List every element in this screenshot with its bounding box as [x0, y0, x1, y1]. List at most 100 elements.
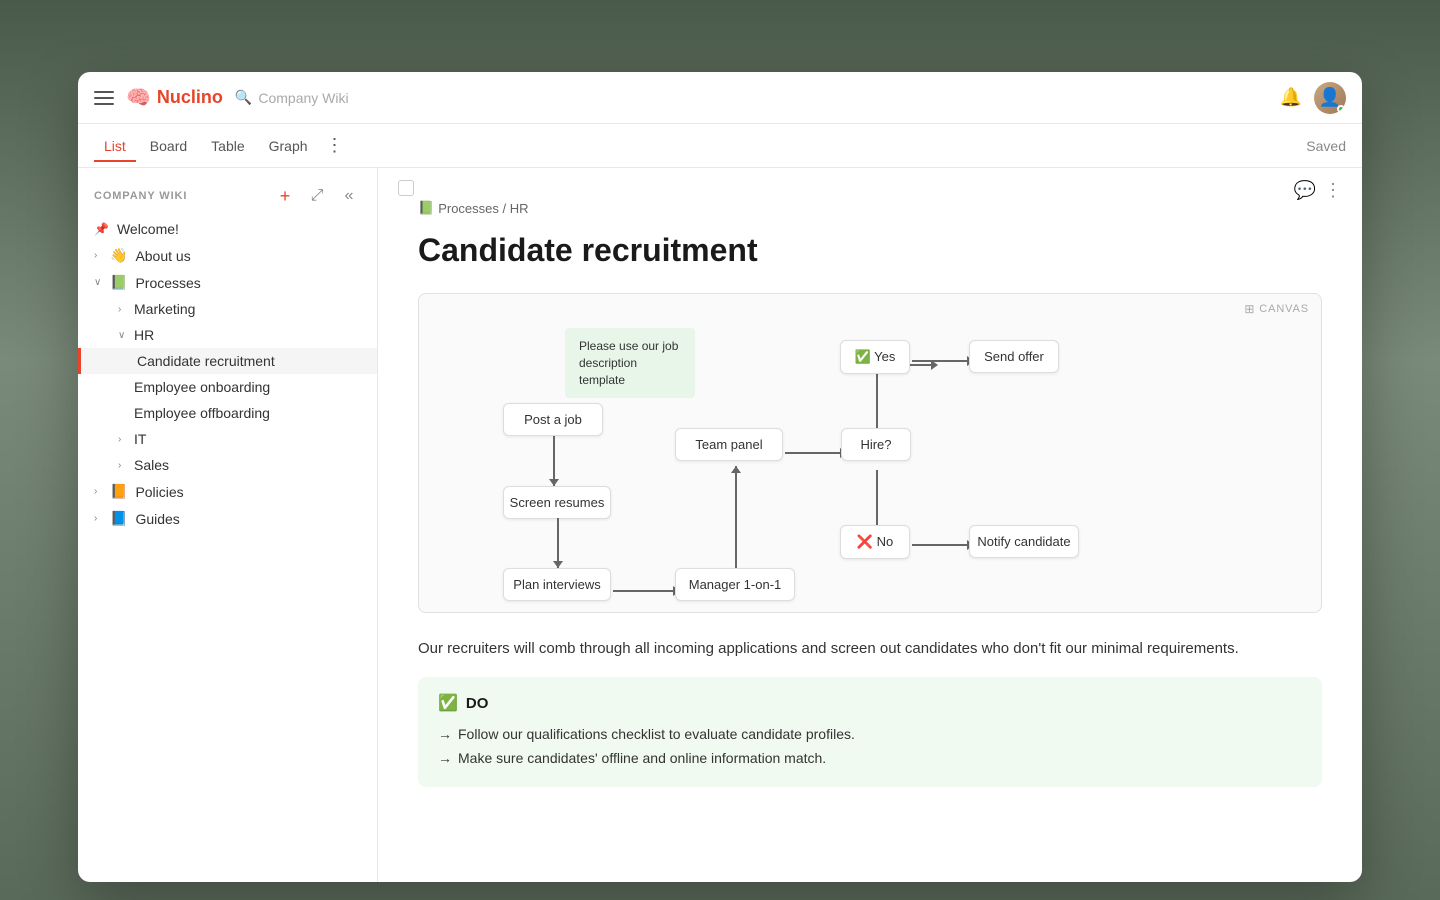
logo[interactable]: 🧠 Nuclino: [126, 85, 223, 110]
chevron-right-icon: ›: [94, 513, 106, 524]
breadcrumb-path: Processes / HR: [438, 201, 528, 216]
tab-graph[interactable]: Graph: [259, 132, 318, 162]
processes-icon: 📗: [110, 274, 127, 291]
sidebar-item-policies[interactable]: › 📙 Policies 📄: [78, 478, 377, 505]
page-title: Candidate recruitment: [418, 232, 1322, 269]
sidebar-item-label: Guides: [135, 511, 342, 527]
arrow-no-to-notify: [912, 540, 974, 550]
flow-node-screen-resumes: Screen resumes: [503, 486, 611, 519]
sidebar-item-sales[interactable]: › Sales 📄: [78, 452, 377, 478]
do-title: ✅ DO: [438, 693, 1302, 713]
sidebar-item-label: Processes: [135, 275, 342, 291]
flow-node-plan-interviews: Plan interviews: [503, 568, 611, 601]
collapse-sidebar-icon[interactable]: «: [337, 184, 361, 208]
flow-node-manager-1on1: Manager 1-on-1: [675, 568, 795, 601]
sidebar-actions: + ⤢ «: [273, 184, 361, 208]
canvas-icon: ⊞: [1244, 302, 1255, 316]
sidebar-header: COMPANY WIKI + ⤢ «: [78, 180, 377, 216]
tab-table[interactable]: Table: [201, 132, 254, 162]
add-item-button[interactable]: +: [273, 184, 297, 208]
flow-note-job-description: Please use our job description template: [565, 328, 695, 398]
menu-icon[interactable]: [94, 91, 114, 105]
sidebar-item-label: Marketing: [134, 301, 342, 317]
do-item-2: → Make sure candidates' offline and onli…: [438, 747, 1302, 771]
sidebar-item-processes[interactable]: ∨ 📗 Processes 📄: [78, 269, 377, 296]
main-layout: COMPANY WIKI + ⤢ « 📌 Welcome! 📄 › 👋 Abou…: [78, 168, 1362, 882]
arrow-post-to-screen: [553, 436, 555, 486]
sidebar-item-label: Policies: [135, 484, 342, 500]
flow-diagram: Please use our job description template …: [443, 318, 1297, 588]
sidebar-item-label: Employee onboarding: [134, 379, 361, 395]
page-checkbox[interactable]: [398, 180, 414, 196]
chevron-right-icon: ›: [118, 434, 130, 445]
sidebar-item-guides[interactable]: › 📘 Guides 📄: [78, 505, 377, 532]
expand-icon[interactable]: ⤢: [305, 184, 329, 208]
arrow-yes-to-send: [912, 356, 974, 366]
content-area: 💬 ⋮ 📗 Processes / HR Candidate recruitme…: [378, 168, 1362, 882]
chevron-right-icon: ›: [94, 250, 106, 261]
sidebar-item-label: About us: [135, 248, 342, 264]
canvas-label-text: CANVAS: [1259, 303, 1309, 315]
sidebar-item-employee-offboarding[interactable]: Employee offboarding: [78, 400, 377, 426]
logo-text: Nuclino: [157, 87, 223, 108]
do-item-1: → Follow our qualifications checklist to…: [438, 723, 1302, 747]
chevron-down-icon: ∨: [118, 330, 130, 341]
sidebar: COMPANY WIKI + ⤢ « 📌 Welcome! 📄 › 👋 Abou…: [78, 168, 378, 882]
app-window: 🧠 Nuclino 🔍 Company Wiki 🔔 👤 List Board …: [78, 72, 1362, 882]
arrow-hire-to-no-vert: [876, 470, 878, 525]
arrow-manager-to-team: [735, 466, 737, 568]
arrow-bullet-icon: →: [438, 747, 452, 771]
more-options-icon[interactable]: ⋮: [1324, 180, 1342, 201]
sidebar-item-hr[interactable]: ∨ HR 📄: [78, 322, 377, 348]
flow-node-team-panel: Team panel: [675, 428, 783, 461]
nav-tabs: List Board Table Graph ⋮ Saved: [78, 124, 1362, 168]
sidebar-item-label: HR: [134, 327, 342, 343]
do-box: ✅ DO → Follow our qualifications checkli…: [418, 677, 1322, 787]
logo-brain-icon: 🧠: [126, 85, 151, 110]
flow-node-post-job: Post a job: [503, 403, 603, 436]
avatar[interactable]: 👤: [1314, 82, 1346, 114]
topbar: 🧠 Nuclino 🔍 Company Wiki 🔔 👤: [78, 72, 1362, 124]
body-text: Our recruiters will comb through all inc…: [418, 637, 1322, 661]
sidebar-item-label: Candidate recruitment: [137, 353, 361, 369]
flow-node-no-label: ❌ No: [840, 525, 910, 559]
sidebar-item-marketing[interactable]: › Marketing 📄: [78, 296, 377, 322]
sidebar-item-label: IT: [134, 431, 342, 447]
search-bar[interactable]: 🔍 Company Wiki: [235, 89, 535, 106]
search-icon: 🔍: [235, 89, 252, 106]
about-us-icon: 👋: [110, 247, 127, 264]
sidebar-item-about-us[interactable]: › 👋 About us 📄: [78, 242, 377, 269]
sidebar-title: COMPANY WIKI: [94, 190, 187, 202]
check-circle-icon: ✅: [438, 693, 458, 713]
policies-icon: 📙: [110, 483, 127, 500]
chevron-right-icon: ›: [118, 304, 130, 315]
online-status-dot: [1337, 105, 1345, 113]
sidebar-item-welcome[interactable]: 📌 Welcome! 📄: [78, 216, 377, 242]
flow-node-send-offer: Send offer: [969, 340, 1059, 373]
bell-icon[interactable]: 🔔: [1280, 87, 1302, 108]
sidebar-item-candidate-recruitment[interactable]: Candidate recruitment: [78, 348, 377, 374]
topbar-right: 🔔 👤: [1280, 82, 1346, 114]
comment-icon[interactable]: 💬: [1294, 180, 1316, 201]
chevron-right-icon: ›: [118, 460, 130, 471]
arrow-screen-to-plan: [557, 518, 559, 568]
page-checkbox-area: [398, 180, 414, 196]
sidebar-item-employee-onboarding[interactable]: Employee onboarding: [78, 374, 377, 400]
tab-list[interactable]: List: [94, 132, 136, 162]
arrow-plan-to-manager: [613, 586, 680, 596]
tab-board[interactable]: Board: [140, 132, 197, 162]
flow-node-hire: Hire?: [841, 428, 911, 461]
arrow-team-to-hire: [785, 448, 847, 458]
breadcrumb-icon: 📗: [418, 200, 434, 216]
sidebar-item-it[interactable]: › IT 📄: [78, 426, 377, 452]
canvas-label: ⊞ CANVAS: [1244, 302, 1309, 316]
sidebar-item-label: Sales: [134, 457, 342, 473]
do-title-text: DO: [466, 695, 489, 712]
arrow-bullet-icon: →: [438, 723, 452, 747]
do-item-text-1: Follow our qualifications checklist to e…: [458, 723, 855, 747]
pin-icon: 📌: [94, 222, 109, 236]
sidebar-item-label: Welcome!: [117, 221, 342, 237]
flow-node-yes-label: ✅ Yes: [840, 340, 910, 374]
guides-icon: 📘: [110, 510, 127, 527]
more-tabs-icon[interactable]: ⋮: [322, 135, 348, 156]
